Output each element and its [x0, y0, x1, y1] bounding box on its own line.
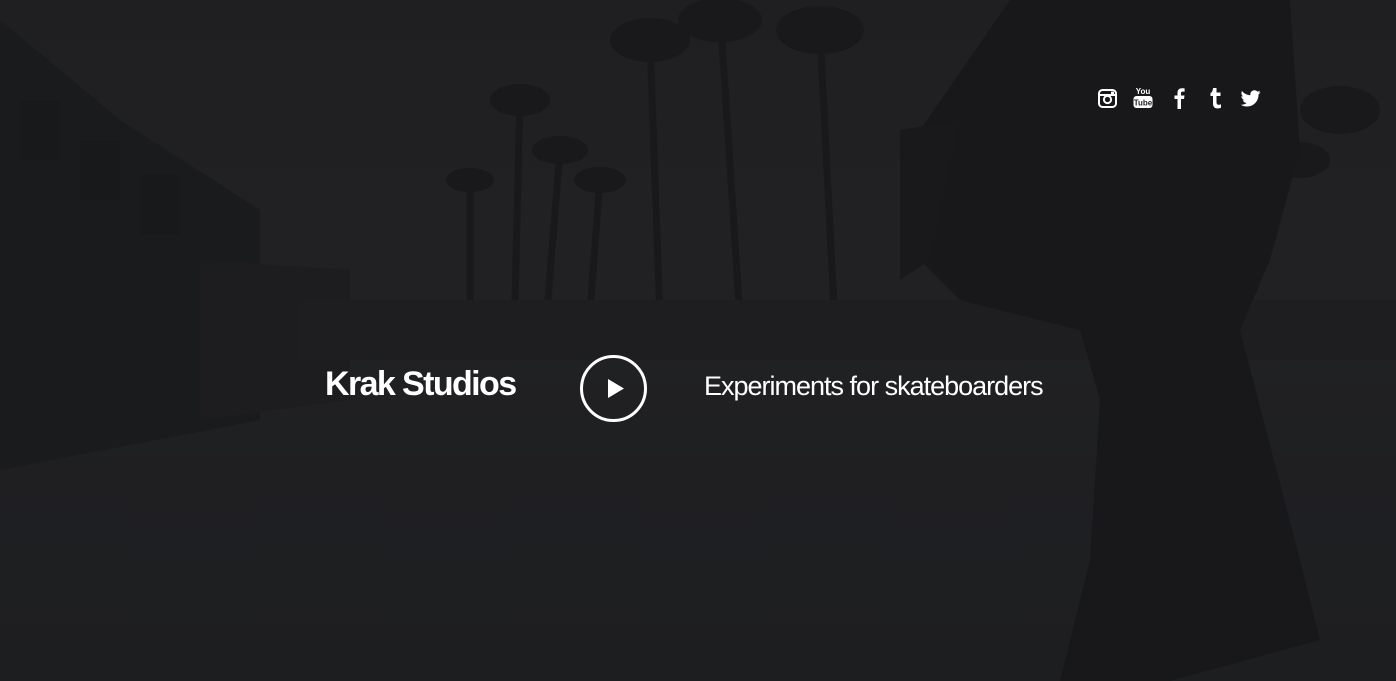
social-links: You Tube: [1096, 86, 1262, 110]
youtube-label-top: You: [1136, 87, 1151, 96]
play-icon: [608, 379, 624, 398]
youtube-label-bottom: Tube: [1134, 99, 1153, 108]
facebook-link[interactable]: [1168, 86, 1190, 110]
brand-title: Krak Studios: [325, 365, 517, 403]
tumblr-icon: [1210, 88, 1221, 109]
twitter-link[interactable]: [1240, 86, 1262, 110]
twitter-icon: [1241, 89, 1261, 106]
hero-section: You Tube Krak Studios Experiments for sk…: [0, 0, 1396, 681]
play-button[interactable]: [580, 355, 647, 422]
instagram-icon: [1097, 88, 1117, 108]
youtube-link[interactable]: You Tube: [1132, 86, 1154, 110]
youtube-icon: You Tube: [1133, 87, 1153, 108]
tumblr-link[interactable]: [1204, 86, 1226, 110]
instagram-link[interactable]: [1096, 86, 1118, 110]
facebook-icon: [1174, 88, 1185, 109]
tagline: Experiments for skateboarders: [704, 371, 1044, 401]
